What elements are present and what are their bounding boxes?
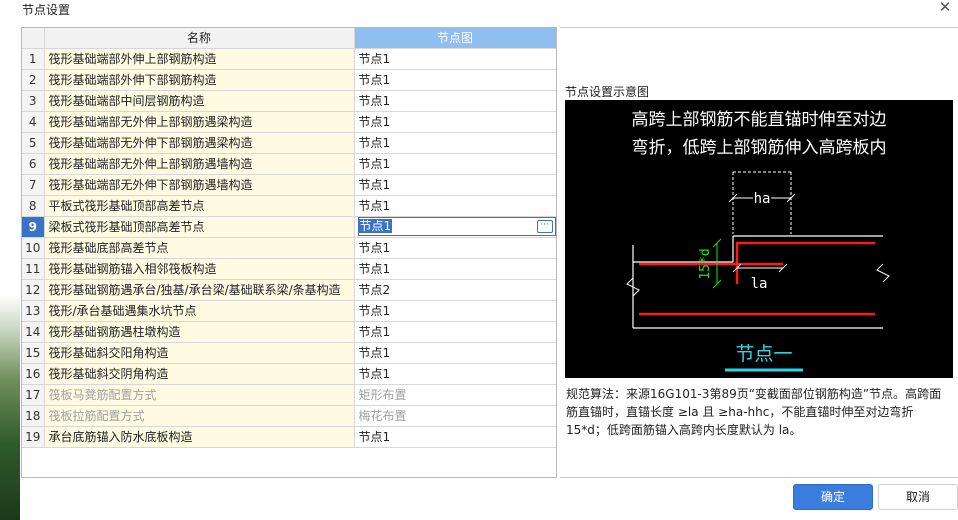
cancel-button[interactable]: 取消	[878, 484, 958, 510]
row-number[interactable]: 12	[22, 279, 45, 301]
row-name-cell[interactable]: 平板式筏形基础顶部高差节点	[44, 195, 355, 217]
row-name-cell[interactable]: 承台底筋锚入防水底板构造	[44, 426, 355, 448]
column-header-node[interactable]: 节点图	[354, 28, 556, 49]
dialog-title: 节点设置	[22, 3, 71, 17]
node-editor[interactable]: 节点1 ···	[357, 217, 555, 236]
row-name-cell[interactable]: 筏形基础斜交阳角构造	[44, 342, 355, 364]
table-row[interactable]: 11 筏形基础钢筋锚入相邻筏板构造 节点1	[22, 258, 556, 280]
table-row[interactable]: 14 筏形基础钢筋遇柱墩构造 节点1	[22, 321, 556, 343]
row-name-cell[interactable]: 筏形基础端部外伸下部钢筋构造	[44, 69, 355, 91]
table-row[interactable]: 4 筏形基础端部无外伸上部钢筋遇梁构造 节点1	[22, 111, 556, 133]
row-number[interactable]: 10	[22, 237, 45, 259]
row-name-cell[interactable]: 筏形基础端部无外伸下部钢筋遇墙构造	[44, 174, 355, 196]
table-row[interactable]: 13 筏形/承台基础遇集水坑节点 节点1	[22, 300, 556, 322]
row-number[interactable]: 19	[22, 426, 45, 448]
row-number[interactable]: 8	[22, 195, 45, 217]
preview-label: 节点设置示意图	[565, 85, 650, 99]
row-node-cell[interactable]: 节点1	[354, 174, 556, 196]
row-name-cell[interactable]: 筏形基础端部中间层钢筋构造	[44, 90, 355, 112]
row-number[interactable]: 18	[22, 405, 45, 427]
row-number[interactable]: 7	[22, 174, 45, 196]
row-number[interactable]: 1	[22, 48, 45, 70]
row-node-cell[interactable]: 节点1	[354, 426, 556, 448]
row-node-cell[interactable]: 节点1	[354, 363, 556, 385]
row-number[interactable]: 16	[22, 363, 45, 385]
row-name-cell[interactable]: 筏形基础端部外伸上部钢筋构造	[44, 48, 355, 70]
row-number[interactable]: 13	[22, 300, 45, 322]
break-mark-right	[876, 263, 890, 283]
row-node-cell[interactable]: 节点1	[354, 69, 556, 91]
row-number[interactable]: 6	[22, 153, 45, 175]
row-node-cell[interactable]: 节点1	[354, 90, 556, 112]
table-row[interactable]: 16 筏形基础斜交阴角构造 节点1	[22, 363, 556, 385]
row-number[interactable]: 14	[22, 321, 45, 343]
table-row[interactable]: 2 筏形基础端部外伸下部钢筋构造 节点1	[22, 69, 556, 91]
row-name-cell[interactable]: 筏板拉筋配置方式	[44, 405, 355, 427]
row-number[interactable]: 11	[22, 258, 45, 280]
dimension-la-label: la	[751, 276, 768, 292]
row-node-cell[interactable]: 节点1	[354, 48, 556, 70]
dimension-15d-label: 15*d	[698, 248, 713, 279]
table-row[interactable]: 5 筏形基础端部无外伸下部钢筋遇梁构造 节点1	[22, 132, 556, 154]
row-node-cell[interactable]: 节点1 ···	[354, 216, 556, 238]
column-header-name[interactable]: 名称	[44, 28, 355, 49]
table-row[interactable]: 12 筏形基础钢筋遇承台/独基/承台梁/基础联系梁/条基构造 节点2	[22, 279, 556, 301]
row-name-cell[interactable]: 梁板式筏形基础顶部高差节点	[44, 216, 355, 238]
row-number[interactable]: 2	[22, 69, 45, 91]
row-node-cell[interactable]: 节点1	[354, 153, 556, 175]
row-node-cell[interactable]: 节点1	[354, 342, 556, 364]
ellipsis-button[interactable]: ···	[536, 220, 553, 233]
row-number[interactable]: 5	[22, 132, 45, 154]
row-node-cell[interactable]: 节点1	[354, 111, 556, 133]
node-editor-value: 节点1	[358, 219, 393, 233]
table-row[interactable]: 9 梁板式筏形基础顶部高差节点 节点1 ···	[22, 216, 556, 238]
node-name-label: 节点一	[735, 343, 792, 365]
close-icon[interactable]: ✕	[936, 0, 954, 16]
row-name-cell[interactable]: 筏形基础钢筋遇承台/独基/承台梁/基础联系梁/条基构造	[44, 279, 355, 301]
background-strip	[0, 20, 20, 520]
row-number[interactable]: 3	[22, 90, 45, 112]
row-name-cell[interactable]: 筏形基础端部无外伸上部钢筋遇墙构造	[44, 153, 355, 175]
rule-description: 规范算法：来源16G101-3第89页“变截面部位钢筋构造”节点。高跨面筋直锚时…	[566, 387, 942, 437]
table-row[interactable]: 7 筏形基础端部无外伸下部钢筋遇墙构造 节点1	[22, 174, 556, 196]
row-node-cell[interactable]: 梅花布置	[354, 405, 556, 427]
dimension-ha-label: ha	[754, 191, 771, 207]
table-row[interactable]: 19 承台底筋锚入防水底板构造 节点1	[22, 426, 556, 448]
row-node-cell[interactable]: 节点1	[354, 300, 556, 322]
table-row[interactable]: 6 筏形基础端部无外伸上部钢筋遇墙构造 节点1	[22, 153, 556, 175]
row-node-cell[interactable]: 节点1	[354, 321, 556, 343]
ok-button[interactable]: 确定	[793, 484, 873, 510]
table-row[interactable]: 1 筏形基础端部外伸上部钢筋构造 节点1	[22, 48, 556, 70]
row-node-cell[interactable]: 矩形布置	[354, 384, 556, 406]
row-number[interactable]: 4	[22, 111, 45, 133]
diagram-caption-line2: 弯折，低跨上部钢筋伸入高跨板内	[632, 138, 887, 158]
table-row[interactable]: 15 筏形基础斜交阳角构造 节点1	[22, 342, 556, 364]
table-row[interactable]: 17 筏板马凳筋配置方式 矩形布置	[22, 384, 556, 406]
diagram-caption-line1: 高跨上部钢筋不能直锚时伸至对边	[632, 110, 887, 130]
table-row[interactable]: 10 筏形基础底部高差节点 节点1	[22, 237, 556, 259]
row-name-cell[interactable]: 筏形基础钢筋遇柱墩构造	[44, 321, 355, 343]
row-node-cell[interactable]: 节点2	[354, 279, 556, 301]
row-name-cell[interactable]: 筏形基础斜交阴角构造	[44, 363, 355, 385]
table-row[interactable]: 8 平板式筏形基础顶部高差节点 节点1	[22, 195, 556, 217]
row-node-cell[interactable]: 节点1	[354, 195, 556, 217]
row-name-cell[interactable]: 筏形基础钢筋锚入相邻筏板构造	[44, 258, 355, 280]
row-name-cell[interactable]: 筏形基础端部无外伸上部钢筋遇梁构造	[44, 111, 355, 133]
corner-header	[22, 28, 45, 49]
row-number[interactable]: 17	[22, 384, 45, 406]
row-name-cell[interactable]: 筏形基础端部无外伸下部钢筋遇梁构造	[44, 132, 355, 154]
node-settings-grid: 名称 节点图 1 筏形基础端部外伸上部钢筋构造 节点1 2 筏形基础端部外伸下部钢筋构造…	[21, 27, 557, 478]
row-node-cell[interactable]: 节点1	[354, 237, 556, 259]
row-name-cell[interactable]: 筏形基础底部高差节点	[44, 237, 355, 259]
title-bar: 节点设置 ✕	[0, 0, 958, 20]
row-node-cell[interactable]: 节点1	[354, 258, 556, 280]
row-node-cell[interactable]: 节点1	[354, 132, 556, 154]
row-name-cell[interactable]: 筏板马凳筋配置方式	[44, 384, 355, 406]
row-name-cell[interactable]: 筏形/承台基础遇集水坑节点	[44, 300, 355, 322]
node-diagram: 高跨上部钢筋不能直锚时伸至对边 弯折，低跨上部钢筋伸入高跨板内 ha 15*d …	[565, 100, 953, 378]
table-row[interactable]: 3 筏形基础端部中间层钢筋构造 节点1	[22, 90, 556, 112]
row-number[interactable]: 15	[22, 342, 45, 364]
table-row[interactable]: 18 筏板拉筋配置方式 梅花布置	[22, 405, 556, 427]
row-number[interactable]: 9	[22, 216, 45, 238]
